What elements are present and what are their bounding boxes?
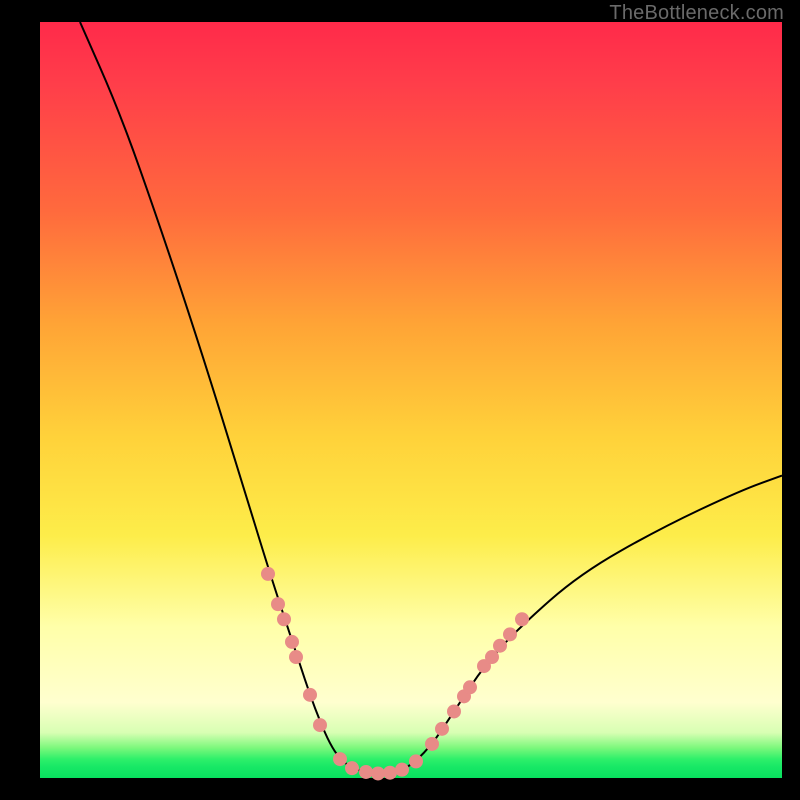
- data-point: [359, 765, 373, 779]
- data-point: [515, 612, 529, 626]
- data-point: [463, 680, 477, 694]
- bottleneck-chart: [40, 22, 782, 778]
- data-point: [485, 650, 499, 664]
- dot-layer: [261, 567, 529, 781]
- data-point: [303, 688, 317, 702]
- data-point: [383, 766, 397, 780]
- data-point: [313, 718, 327, 732]
- data-point: [277, 612, 291, 626]
- data-point: [425, 737, 439, 751]
- data-point: [333, 752, 347, 766]
- data-point: [395, 763, 409, 777]
- data-point: [289, 650, 303, 664]
- data-point: [285, 635, 299, 649]
- frame: TheBottleneck.com: [0, 0, 800, 800]
- data-point: [345, 761, 359, 775]
- data-point: [435, 722, 449, 736]
- data-point: [371, 766, 385, 780]
- data-point: [409, 754, 423, 768]
- data-point: [261, 567, 275, 581]
- data-point: [271, 597, 285, 611]
- data-point: [493, 639, 507, 653]
- curve-path: [80, 22, 782, 773]
- data-point: [447, 704, 461, 718]
- data-point: [503, 627, 517, 641]
